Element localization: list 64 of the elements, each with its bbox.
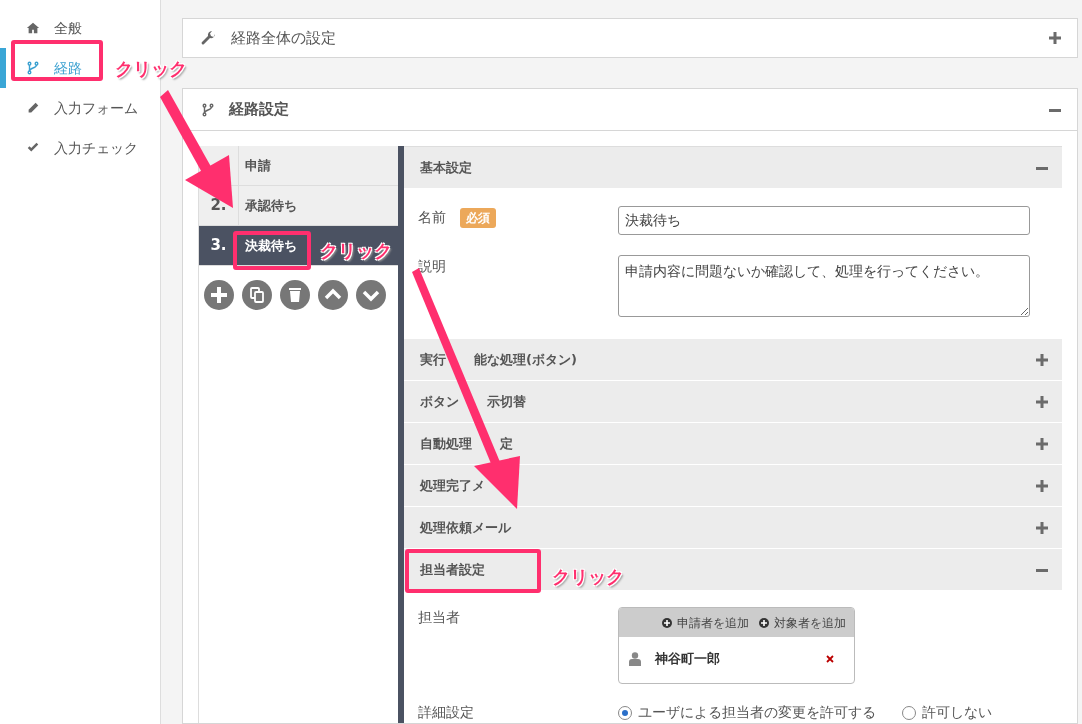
chevron-down-icon[interactable]: [356, 280, 386, 310]
pencil-icon: [26, 101, 40, 115]
section-title: 自動処理: [420, 434, 472, 453]
sidebar-label: 入力チェック: [54, 138, 138, 158]
section-header[interactable]: 処理依頼メール: [404, 507, 1062, 548]
person-name: 神谷町一郎: [655, 650, 721, 668]
section-title: 担当者設定: [420, 560, 485, 579]
route-panel-header[interactable]: 経路設定: [183, 89, 1077, 131]
panel-title: 経路設定: [229, 99, 289, 121]
add-icon[interactable]: [204, 280, 234, 310]
branch-icon: [201, 102, 215, 117]
add-person-button[interactable]: 申請者を追加: [662, 613, 749, 632]
expand-icon[interactable]: [1036, 395, 1048, 408]
description-field[interactable]: 申請内容に問題ないか確認して、処理を行ってください。: [618, 255, 1030, 317]
sidebar-item[interactable]: 入力チェック: [0, 128, 148, 168]
section-title: 処理完了メ: [420, 476, 485, 495]
callout-label: クリック: [320, 239, 392, 263]
section-title: 処理依頼メール: [420, 518, 511, 537]
expand-icon[interactable]: [1049, 32, 1061, 44]
copy-icon[interactable]: [242, 280, 272, 310]
section-header[interactable]: 処理完了メ: [404, 465, 1062, 506]
section-header[interactable]: 基本設定: [404, 147, 1062, 188]
home-icon: [26, 21, 40, 35]
expand-icon[interactable]: [1036, 521, 1048, 534]
trash-icon[interactable]: [280, 280, 310, 310]
remove-icon[interactable]: [826, 654, 834, 663]
expand-icon[interactable]: [1036, 479, 1048, 492]
plus-circle-icon: [759, 617, 769, 628]
add-person-button[interactable]: 対象者を追加: [759, 613, 846, 632]
section-title: 基本設定: [420, 158, 472, 177]
expand-icon[interactable]: [1036, 437, 1048, 450]
callout-label: クリック: [115, 57, 187, 81]
radio-label: ユーザによる担当者の変更を許可する: [638, 703, 876, 722]
callout-label: クリック: [552, 565, 624, 589]
sidebar-item[interactable]: 入力フォーム: [0, 88, 148, 128]
expand-icon[interactable]: [1036, 353, 1048, 366]
settings-panel-header[interactable]: 経路全体の設定: [182, 18, 1078, 58]
radio-button[interactable]: [902, 705, 916, 720]
section-title: 実行: [420, 350, 446, 369]
field-label: 担当者: [418, 608, 461, 627]
section-title: ボタン: [420, 392, 459, 411]
sidebar-label: 経路: [54, 58, 82, 78]
branch-icon: [26, 61, 40, 75]
radio-label: 許可しない: [922, 703, 992, 722]
field-label: 詳細設定: [418, 703, 475, 722]
section-header[interactable]: 実行 能な処理(ボタン): [404, 339, 1062, 380]
sidebar-item[interactable]: 全般: [0, 8, 92, 48]
sidebar-label: 全般: [54, 18, 82, 38]
section-header[interactable]: ボタン 示切替: [404, 381, 1062, 422]
required-badge: 必須: [460, 207, 496, 228]
sidebar-label: 入力フォーム: [54, 98, 138, 118]
section-title: 能な処理(ボタン): [474, 350, 577, 369]
chevron-up-icon[interactable]: [318, 280, 348, 310]
wrench-icon: [201, 30, 217, 46]
person-icon: [629, 651, 641, 666]
section-title: 定: [500, 434, 513, 453]
name-field[interactable]: 決裁待ち: [618, 206, 1030, 235]
panel-title: 経路全体の設定: [231, 27, 336, 49]
step-number: 3.: [199, 226, 239, 265]
radio-button[interactable]: [618, 705, 632, 720]
section-header[interactable]: 自動処理 定: [404, 423, 1062, 464]
field-label: 名前: [418, 208, 446, 227]
plus-circle-icon: [662, 617, 672, 628]
section-title: 示切替: [487, 392, 526, 411]
